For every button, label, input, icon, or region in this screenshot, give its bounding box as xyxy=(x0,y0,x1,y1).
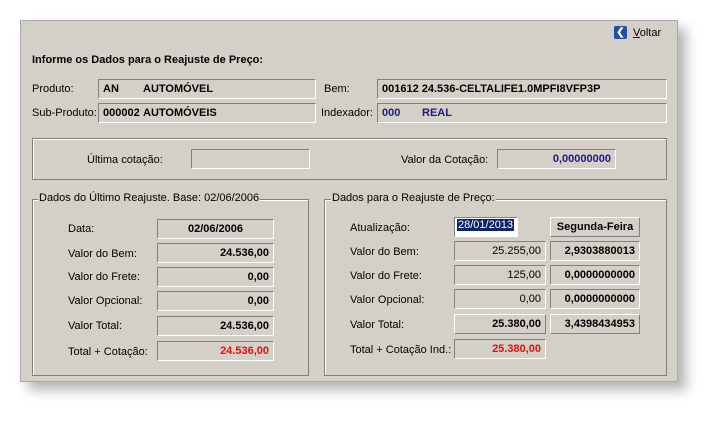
valor-cotacao-label: Valor da Cotação: xyxy=(401,154,489,166)
produto-name: AUTOMÓVEL xyxy=(143,83,214,95)
reaj-valor-frete-label: Valor do Frete: xyxy=(350,270,422,282)
atualizacao-value: 28/01/2013 xyxy=(457,219,515,231)
valor-bem-label: Valor do Bem: xyxy=(68,248,137,260)
ultima-cotacao-field xyxy=(191,149,310,169)
valor-frete-label: Valor do Frete: xyxy=(68,271,140,283)
valor-bem-value: 24.536,00 xyxy=(157,243,274,263)
valor-opcional-label: Valor Opcional: xyxy=(68,295,143,307)
arrow-left-icon: ❮ xyxy=(614,26,627,39)
valor-opcional-value: 0,00 xyxy=(157,291,274,311)
reaj-valor-total-label: Valor Total: xyxy=(350,319,405,331)
voltar-label: Voltar xyxy=(633,26,662,39)
reajuste-window: ❮ Voltar Informe os Dados para o Reajust… xyxy=(20,20,678,382)
atualizacao-label: Atualização: xyxy=(350,222,410,234)
atualizacao-input[interactable]: 28/01/2013 xyxy=(454,217,518,237)
ultima-cotacao-label: Última cotação: xyxy=(87,154,163,166)
valor-total-label: Valor Total: xyxy=(68,320,123,332)
reaj-valor-frete-indice: 0,0000000000 xyxy=(550,265,640,285)
produto-code: AN xyxy=(103,83,119,95)
sub-produto-label: Sub-Produto: xyxy=(32,107,97,119)
reaj-valor-bem-value: 25.255,00 xyxy=(454,241,546,261)
reaj-valor-total-value: 25.380,00 xyxy=(454,314,546,334)
reajuste-legend: Dados para o Reajuste de Preço: xyxy=(331,192,496,204)
indexador-name: REAL xyxy=(422,107,452,119)
voltar-button[interactable]: ❮ Voltar xyxy=(614,26,661,39)
reaj-total-cotacao-label: Total + Cotação Ind.: xyxy=(350,344,452,356)
reaj-valor-frete-value: 125,00 xyxy=(454,265,546,285)
indexador-code: 000 xyxy=(382,107,401,119)
produto-label: Produto: xyxy=(32,83,74,95)
data-value: 02/06/2006 xyxy=(157,219,274,239)
produto-field: AN AUTOMÓVEL xyxy=(98,79,316,99)
reaj-valor-opcional-value: 0,00 xyxy=(454,289,546,309)
total-cotacao-label: Total + Cotação: xyxy=(68,346,148,358)
sub-produto-name: AUTOMÓVEIS xyxy=(143,107,217,119)
total-cotacao-value: 24.536,00 xyxy=(157,341,274,361)
indexador-label: Indexador: xyxy=(321,107,373,119)
reaj-total-cotacao-value: 25.380,00 xyxy=(454,339,546,359)
reaj-valor-bem-label: Valor do Bem: xyxy=(350,246,419,258)
valor-cotacao-field: 0,00000000 xyxy=(497,149,616,169)
sub-produto-field: 000002 AUTOMÓVEIS xyxy=(98,103,316,123)
ultimo-reajuste-legend: Dados do Último Reajuste. Base: 02/06/20… xyxy=(38,192,261,204)
page-title: Informe os Dados para o Reajuste de Preç… xyxy=(32,54,264,66)
valor-total-value: 24.536,00 xyxy=(157,316,274,336)
reaj-valor-total-indice: 3,4398434953 xyxy=(550,314,640,334)
reaj-valor-opcional-label: Valor Opcional: xyxy=(350,294,425,306)
bem-label: Bem: xyxy=(324,83,350,95)
dia-semana-value: Segunda-Feira xyxy=(550,217,640,237)
reaj-valor-bem-indice: 2,9303880013 xyxy=(550,241,640,261)
valor-frete-value: 0,00 xyxy=(157,267,274,287)
bem-value: 001612 24.536-CELTALIFE1.0MPFI8VFP3P xyxy=(382,83,601,95)
reaj-valor-opcional-indice: 0,0000000000 xyxy=(550,289,640,309)
indexador-field: 000 REAL xyxy=(377,103,667,123)
sub-produto-code: 000002 xyxy=(103,107,140,119)
data-label: Data: xyxy=(68,223,95,235)
bem-field: 001612 24.536-CELTALIFE1.0MPFI8VFP3P xyxy=(377,79,667,99)
